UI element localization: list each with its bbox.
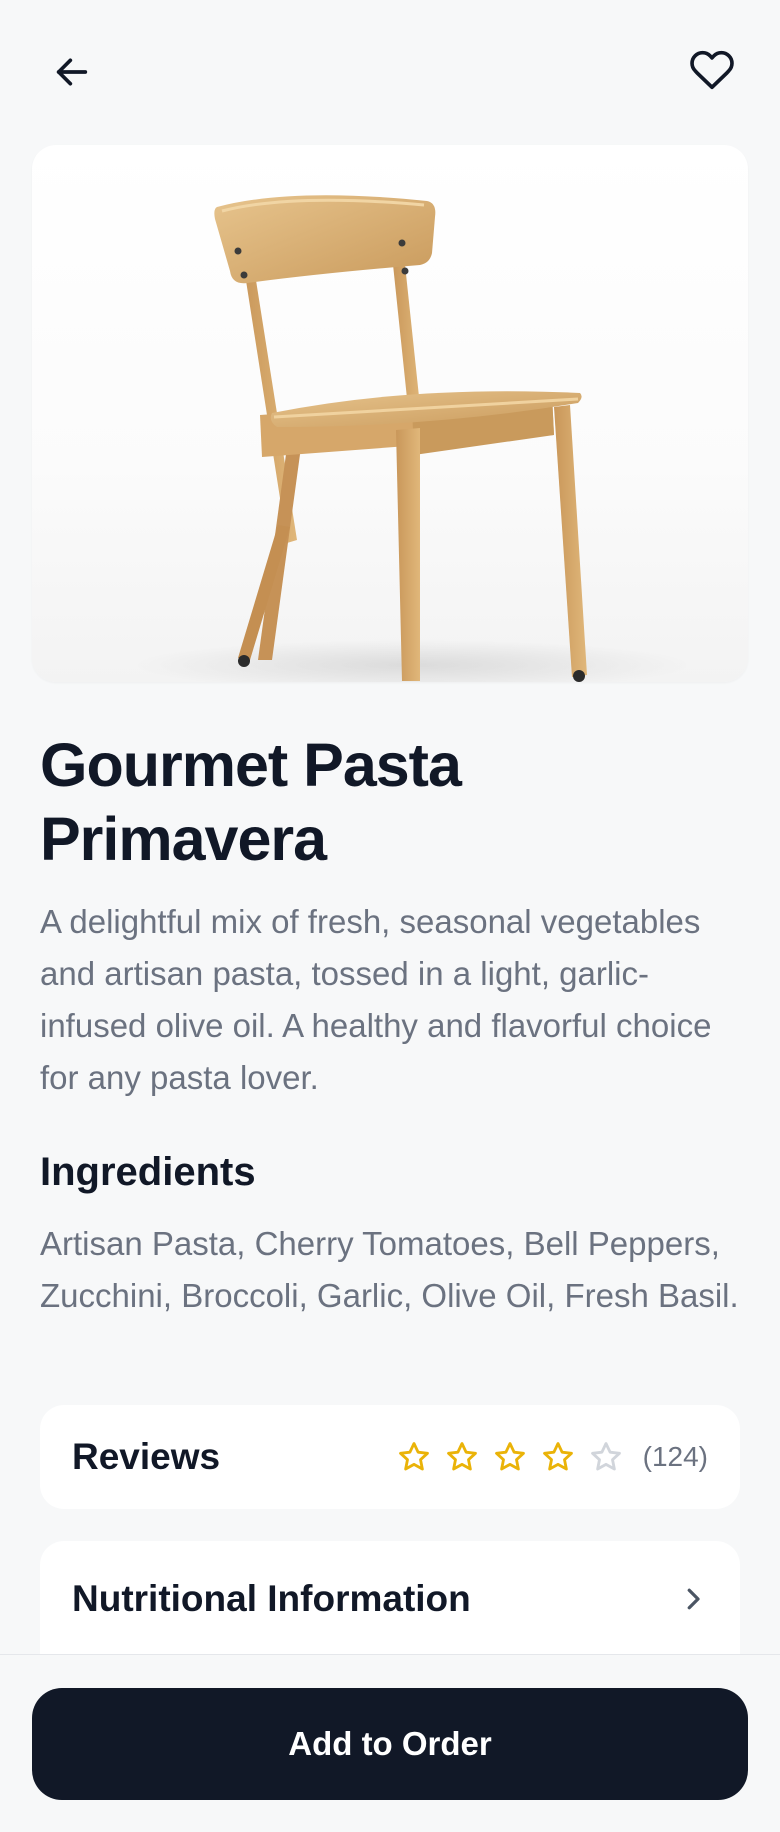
reviews-card[interactable]: Reviews (124) (40, 1405, 740, 1509)
chevron-right-icon (687, 1588, 700, 1610)
star-rating (397, 1440, 623, 1474)
product-description: A delightful mix of fresh, seasonal vege… (40, 903, 712, 1096)
nutrition-card[interactable]: Nutritional Information (40, 1541, 740, 1657)
star-filled-icon (494, 1442, 525, 1471)
star-filled-icon (446, 1442, 477, 1471)
ingredients-list: Artisan Pasta, Cherry Tomatoes, Bell Pep… (40, 1225, 739, 1314)
product-image (32, 145, 748, 682)
add-to-order-button[interactable]: Add to Order (32, 1688, 748, 1800)
heart-icon (690, 50, 734, 90)
back-button[interactable] (40, 40, 104, 104)
star-empty-icon (590, 1442, 621, 1471)
star-filled-icon (542, 1442, 573, 1471)
reviews-label: Reviews (72, 1436, 221, 1477)
footer-bar: Add to Order (0, 1654, 780, 1832)
ingredients-heading: Ingredients (40, 1150, 256, 1194)
chair-illustration (132, 195, 692, 682)
top-bar (0, 0, 780, 140)
rating: (124) (397, 1440, 708, 1474)
product-title: Gourmet Pasta Primavera (40, 731, 462, 873)
arrow-left-icon (56, 58, 88, 86)
nutrition-label: Nutritional Information (72, 1578, 471, 1619)
favorite-button[interactable] (680, 38, 744, 102)
review-count: (124) (642, 1441, 708, 1472)
star-filled-icon (398, 1442, 429, 1471)
